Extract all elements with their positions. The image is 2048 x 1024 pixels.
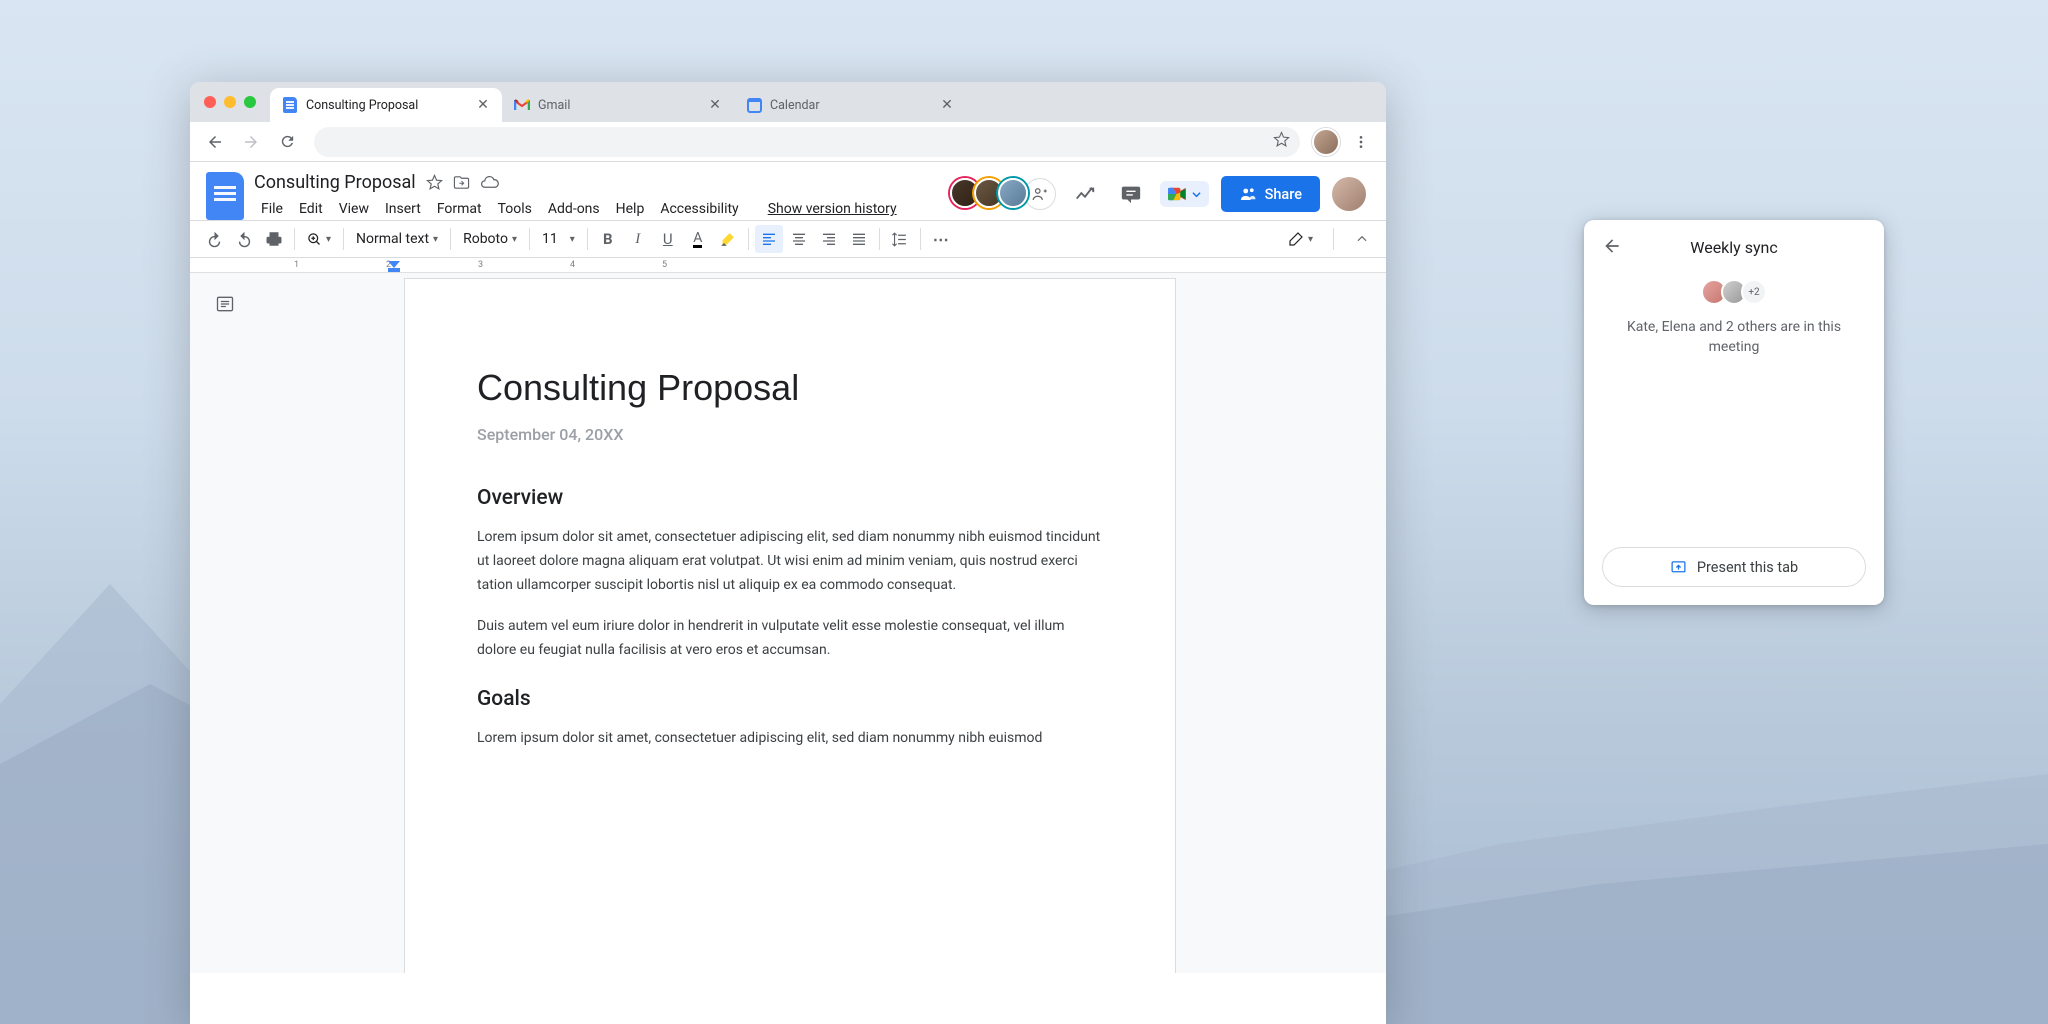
section-overview: Overview <box>477 486 1103 510</box>
align-right-button[interactable] <box>815 225 843 253</box>
share-button[interactable]: Share <box>1221 176 1320 212</box>
docs-logo-icon[interactable] <box>206 172 244 220</box>
nav-reload-button[interactable] <box>272 127 302 157</box>
browser-profile-avatar[interactable] <box>1312 128 1340 156</box>
star-icon[interactable] <box>426 174 443 191</box>
bold-button[interactable]: B <box>594 225 622 253</box>
add-collaborator-button[interactable] <box>1024 178 1056 210</box>
collaborator-avatars[interactable] <box>950 178 1056 210</box>
activity-icon[interactable] <box>1068 177 1102 211</box>
menu-insert[interactable]: Insert <box>378 198 428 220</box>
meet-button[interactable] <box>1160 181 1209 207</box>
collapse-toolbar-button[interactable] <box>1348 225 1376 253</box>
browser-menu-button[interactable] <box>1346 127 1376 157</box>
docs-icon <box>282 97 298 113</box>
line-spacing-button[interactable] <box>886 225 914 253</box>
meet-popover: Weekly sync +2 Kate, Elena and 2 others … <box>1584 220 1884 605</box>
people-icon <box>1239 185 1257 203</box>
meeting-participants: +2 <box>1602 279 1866 305</box>
body-text: Lorem ipsum dolor sit amet, consectetuer… <box>477 526 1103 597</box>
redo-button[interactable] <box>230 225 258 253</box>
menu-tools[interactable]: Tools <box>491 198 539 220</box>
document-canvas: Consulting Proposal September 04, 20XX O… <box>190 273 1386 973</box>
tab-docs[interactable]: Consulting Proposal ✕ <box>270 88 502 122</box>
fontsize-dropdown[interactable]: 11▾ <box>536 226 581 252</box>
comments-icon[interactable] <box>1114 177 1148 211</box>
address-bar[interactable] <box>314 127 1300 157</box>
window-maximize-button[interactable] <box>244 96 256 108</box>
document-page[interactable]: Consulting Proposal September 04, 20XX O… <box>404 278 1176 973</box>
doc-date: September 04, 20XX <box>477 425 1103 444</box>
meeting-subtitle: Kate, Elena and 2 others are in this mee… <box>1602 317 1866 358</box>
window-minimize-button[interactable] <box>224 96 236 108</box>
menu-accessibility[interactable]: Accessibility <box>653 198 745 220</box>
popover-title: Weekly sync <box>1690 238 1778 257</box>
print-button[interactable] <box>260 225 288 253</box>
body-text: Lorem ipsum dolor sit amet, consectetuer… <box>477 727 1103 751</box>
text-color-button[interactable]: A <box>684 225 712 253</box>
tab-calendar[interactable]: Calendar ✕ <box>734 88 966 122</box>
undo-button[interactable] <box>200 225 228 253</box>
avatar[interactable] <box>998 178 1028 208</box>
more-count: +2 <box>1741 279 1767 305</box>
tab-strip: Consulting Proposal ✕ Gmail ✕ Calendar ✕ <box>190 82 1386 122</box>
close-icon[interactable]: ✕ <box>476 98 490 112</box>
menu-help[interactable]: Help <box>609 198 652 220</box>
more-toolbar-button[interactable]: ⋯ <box>927 225 955 253</box>
gmail-icon <box>514 97 530 113</box>
close-icon[interactable]: ✕ <box>940 98 954 112</box>
align-left-button[interactable] <box>755 225 783 253</box>
tab-title: Consulting Proposal <box>306 98 468 113</box>
back-button[interactable] <box>1602 236 1622 260</box>
present-icon <box>1670 559 1687 576</box>
style-dropdown[interactable]: Normal text▾ <box>350 226 444 252</box>
ruler[interactable]: 1 2 3 4 5 <box>190 258 1386 273</box>
chevron-down-icon <box>1192 190 1201 199</box>
present-tab-button[interactable]: Present this tab <box>1602 547 1866 587</box>
docs-header: Consulting Proposal File Edit View Inser… <box>190 162 1386 220</box>
calendar-icon <box>746 97 762 113</box>
docs-toolbar: ▾ Normal text▾ Roboto▾ 11▾ B I U A ⋯ ▾ <box>190 220 1386 258</box>
highlight-button[interactable] <box>714 225 742 253</box>
window-close-button[interactable] <box>204 96 216 108</box>
browser-navbar <box>190 122 1386 162</box>
document-title[interactable]: Consulting Proposal <box>254 172 416 193</box>
nav-back-button[interactable] <box>200 127 230 157</box>
font-dropdown[interactable]: Roboto▾ <box>457 226 523 252</box>
menu-edit[interactable]: Edit <box>292 198 330 220</box>
menu-file[interactable]: File <box>254 198 290 220</box>
body-text: Duis autem vel eum iriure dolor in hendr… <box>477 615 1103 663</box>
menu-format[interactable]: Format <box>430 198 489 220</box>
close-icon[interactable]: ✕ <box>708 98 722 112</box>
tab-title: Calendar <box>770 98 932 113</box>
account-avatar[interactable] <box>1332 177 1366 211</box>
share-label: Share <box>1265 186 1302 203</box>
editing-mode-dropdown[interactable]: ▾ <box>1282 226 1319 252</box>
browser-window: Consulting Proposal ✕ Gmail ✕ Calendar ✕ <box>190 82 1386 1024</box>
tab-title: Gmail <box>538 98 700 113</box>
doc-heading: Consulting Proposal <box>477 367 1103 409</box>
nav-forward-button[interactable] <box>236 127 266 157</box>
underline-button[interactable]: U <box>654 225 682 253</box>
zoom-dropdown[interactable]: ▾ <box>301 226 337 252</box>
align-justify-button[interactable] <box>845 225 873 253</box>
align-center-button[interactable] <box>785 225 813 253</box>
menu-view[interactable]: View <box>332 198 376 220</box>
cloud-status-icon[interactable] <box>480 173 499 192</box>
version-history-link[interactable]: Show version history <box>768 201 897 217</box>
outline-toggle-button[interactable] <box>212 291 238 317</box>
italic-button[interactable]: I <box>624 225 652 253</box>
present-label: Present this tab <box>1697 559 1798 576</box>
move-folder-icon[interactable] <box>453 174 470 191</box>
section-goals: Goals <box>477 687 1103 711</box>
tab-gmail[interactable]: Gmail ✕ <box>502 88 734 122</box>
star-icon[interactable] <box>1273 131 1290 152</box>
menu-addons[interactable]: Add-ons <box>541 198 607 220</box>
